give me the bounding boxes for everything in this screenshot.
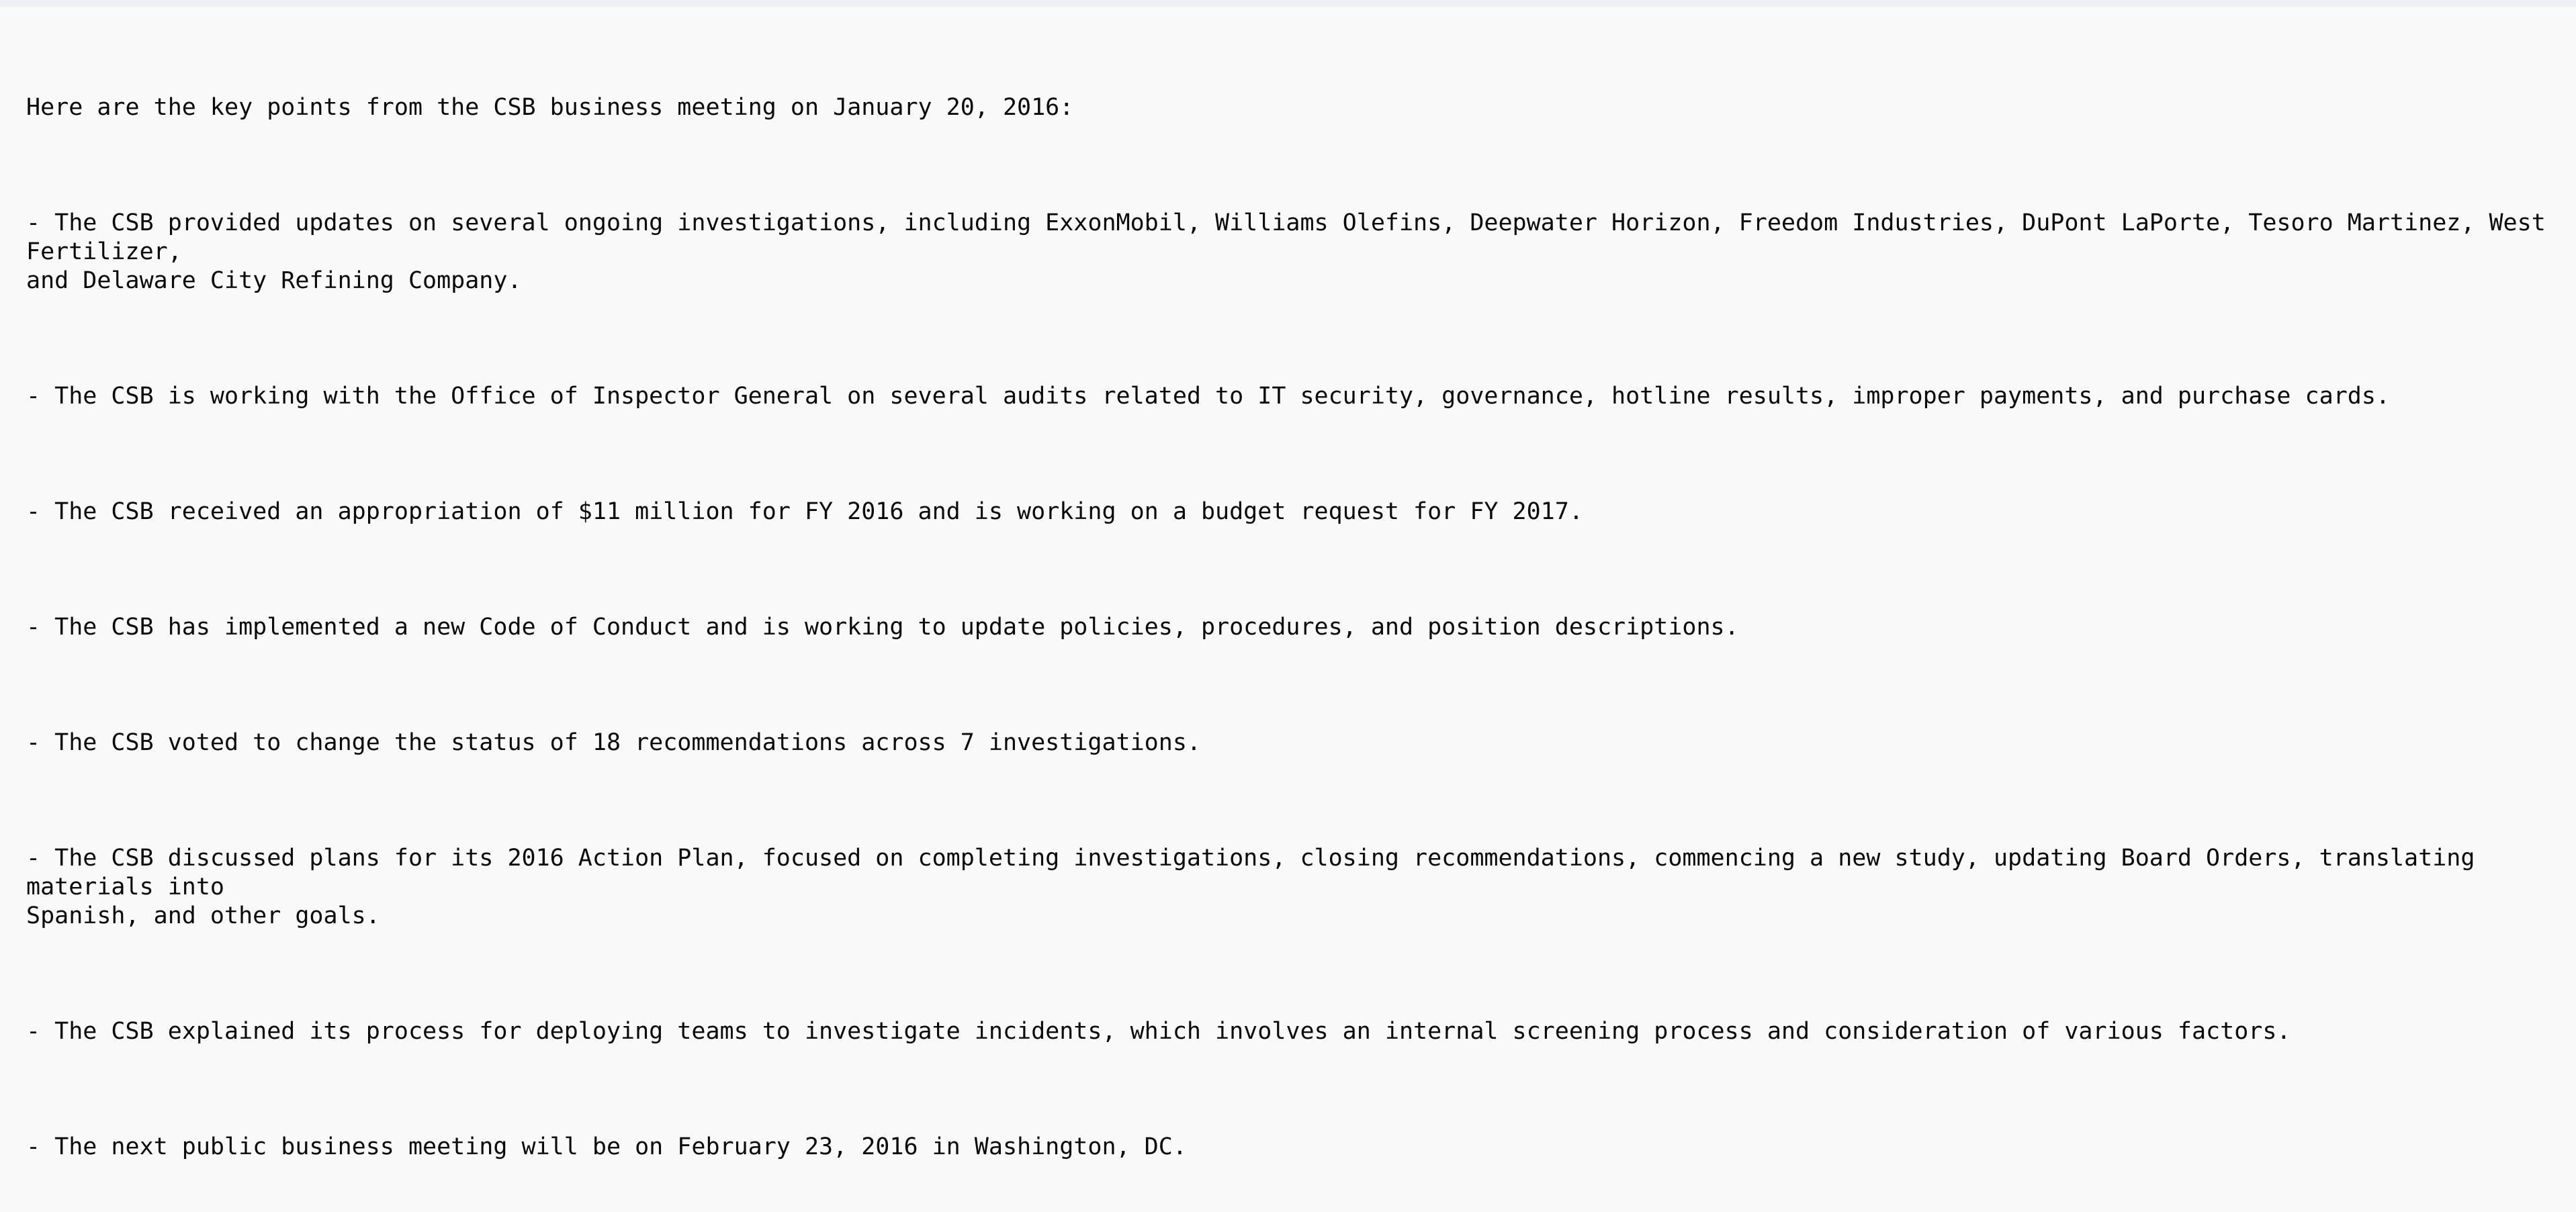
document-text[interactable]: Here are the key points from the CSB bus… (26, 36, 2572, 1212)
key-point: - The CSB received an appropriation of $… (26, 498, 1583, 525)
key-point: - The CSB explained its process for depl… (26, 1018, 2291, 1045)
key-point: - The CSB voted to change the status of … (26, 729, 1201, 756)
key-point: - The CSB has implemented a new Code of … (26, 614, 1739, 641)
key-point: - The CSB discussed plans for its 2016 A… (26, 845, 2475, 929)
intro-text: Here are the key points from the CSB bus… (26, 94, 1074, 121)
key-point: - The next public business meeting will … (26, 1133, 1187, 1160)
key-point: - The CSB provided updates on several on… (26, 209, 2546, 294)
document-viewer: Here are the key points from the CSB bus… (0, 0, 2576, 1212)
key-point: - The CSB is working with the Office of … (26, 383, 2390, 410)
